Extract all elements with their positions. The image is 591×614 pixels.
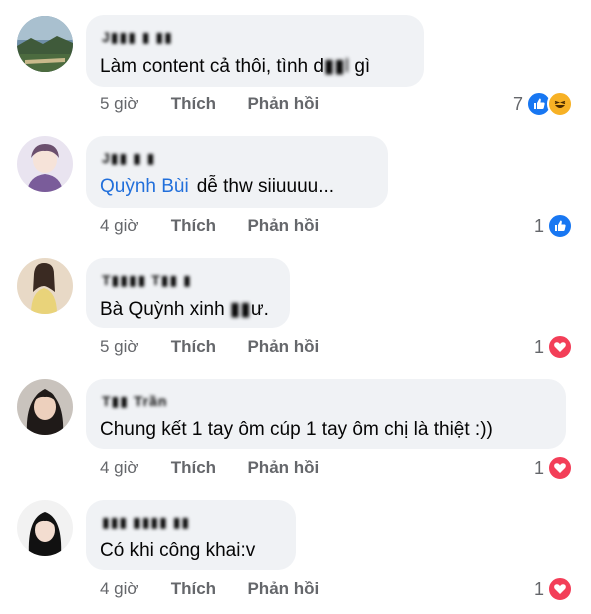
like-button[interactable]: Thích [171,216,243,236]
love-icon [547,576,573,602]
comment-text: Quỳnh Bùi dễ thw siiuuuu... [100,176,335,197]
reaction-count: 1 [533,457,544,478]
comment-time[interactable]: 4 giờ [100,458,166,478]
avatar[interactable] [17,258,73,314]
comment-actions: 5 giờ Thích Phản hồi [100,94,319,114]
reply-button[interactable]: Phản hồi [247,94,319,114]
comment-bubble: T▮▮▮▮ T▮▮ ▮ Bà Quỳnh xinh ▮▮ư. [86,258,290,328]
reaction-summary[interactable]: 1 [534,213,573,239]
avatar[interactable] [17,16,73,72]
mention-link[interactable]: Quỳnh Bùi [100,176,189,197]
avatar[interactable] [17,500,73,556]
reply-button[interactable]: Phản hồi [247,337,319,357]
comment-actions: 5 giờ Thích Phản hồi [100,337,319,357]
avatar[interactable] [17,136,73,192]
like-button[interactable]: Thích [171,337,243,357]
avatar[interactable] [17,379,73,435]
reaction-summary[interactable]: 1 [534,334,573,360]
love-icon [547,455,573,481]
comment-bubble: J▮▮▮ ▮ ▮▮ Làm content cả thôi, tình d▮▮l… [86,15,424,87]
comment-bubble: T▮▮ Trần Chung kết 1 tay ôm cúp 1 tay ôm… [86,379,566,449]
comment-time[interactable]: 4 giờ [100,579,166,599]
comment-time[interactable]: 5 giờ [100,94,166,114]
comment-time[interactable]: 5 giờ [100,337,166,357]
comment-time[interactable]: 4 giờ [100,216,166,236]
comment-bubble: J▮▮ ▮ ▮ Quỳnh Bùi dễ thw siiuuuu... [86,136,388,208]
reaction-summary[interactable]: 1 [534,576,573,602]
comment-actions: 4 giờ Thích Phản hồi [100,579,319,599]
reply-button[interactable]: Phản hồi [247,579,319,599]
comment-text: Chung kết 1 tay ôm cúp 1 tay ôm chị là t… [100,419,493,440]
reaction-summary[interactable]: 1 [534,455,573,481]
reply-button[interactable]: Phản hồi [247,216,319,236]
comment-author[interactable]: T▮▮▮▮ T▮▮ ▮ [102,272,192,289]
haha-icon [547,91,573,117]
comment-author[interactable]: J▮▮ ▮ ▮ [102,150,155,167]
comment-author[interactable]: T▮▮ Trần [102,393,167,410]
comment-bubble: ▮▮▮ ▮▮▮▮ ▮▮ Có khi công khai:v [86,500,296,570]
reply-button[interactable]: Phản hồi [247,458,319,478]
comment-author[interactable]: J▮▮▮ ▮ ▮▮ [102,29,173,46]
reaction-count: 7 [512,93,523,114]
love-icon [547,334,573,360]
like-button[interactable]: Thích [171,94,243,114]
comment-text: Bà Quỳnh xinh ▮▮ư. [100,299,269,320]
reaction-count: 1 [533,215,544,236]
comment-actions: 4 giờ Thích Phản hồi [100,216,319,236]
reaction-count: 1 [533,336,544,357]
like-icon [547,213,573,239]
like-button[interactable]: Thích [171,579,243,599]
comment-actions: 4 giờ Thích Phản hồi [100,458,319,478]
comment-text: Làm content cả thôi, tình d▮▮l gì [100,56,371,77]
like-button[interactable]: Thích [171,458,243,478]
comment-author[interactable]: ▮▮▮ ▮▮▮▮ ▮▮ [102,514,190,531]
comment-text: Có khi công khai:v [100,540,256,561]
reaction-summary[interactable]: 7 [513,91,573,117]
reaction-count: 1 [533,578,544,599]
